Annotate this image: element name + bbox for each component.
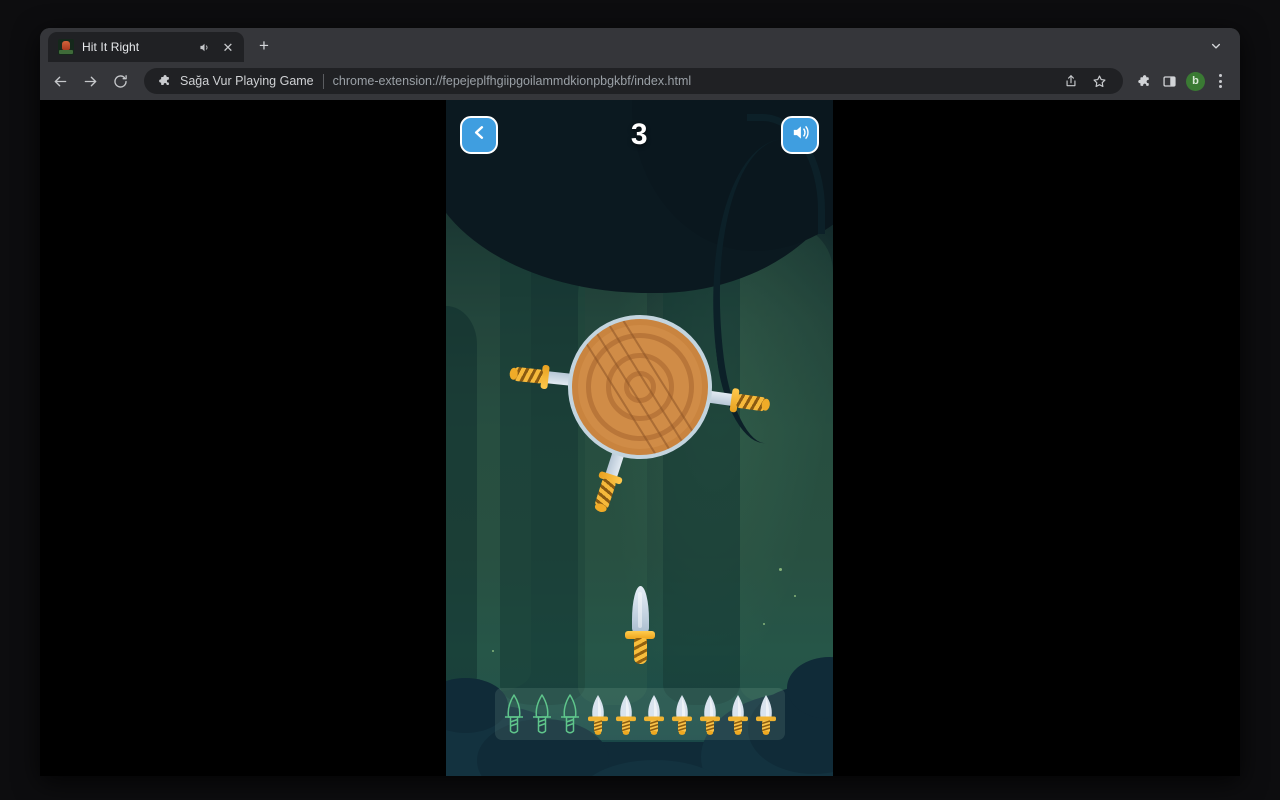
browser-toolbar: Sağa Vur Playing Game chrome-extension:/… [40, 62, 1240, 100]
browser-window: Hit It Right ✕ + Sağa Vur Playing Game c… [40, 28, 1240, 776]
speaker-on-icon [790, 122, 811, 148]
back-button[interactable] [460, 116, 498, 154]
sparkle [778, 567, 782, 571]
three-dot-menu-icon[interactable] [1210, 69, 1230, 93]
sword-blade [631, 586, 649, 634]
extensions-button[interactable] [1131, 69, 1155, 93]
inventory-slot-2-used [528, 693, 556, 735]
inventory-slot-3-used [556, 693, 584, 735]
page-viewport: 3 [40, 100, 1240, 776]
omnibox-divider [322, 73, 324, 89]
side-panel-icon[interactable] [1157, 69, 1181, 93]
reload-button[interactable] [106, 67, 134, 95]
sword-inventory-bar [494, 688, 785, 740]
omnibox-actions [1059, 69, 1111, 93]
inventory-slot-6-available [640, 693, 668, 735]
target-disc [567, 315, 712, 459]
tab-audio-icon[interactable] [196, 39, 212, 55]
sword-grip [735, 393, 766, 412]
profile-avatar[interactable]: b [1186, 71, 1205, 91]
tab-strip: Hit It Right ✕ + [40, 28, 1240, 62]
forward-nav-button[interactable] [76, 67, 104, 95]
inventory-slot-5-available [612, 693, 640, 735]
tree-trunk [446, 306, 477, 692]
chevron-down-icon[interactable] [1204, 34, 1228, 58]
game-canvas[interactable]: 3 [446, 100, 833, 776]
game-favicon [58, 39, 74, 55]
sword-grip [513, 366, 543, 384]
chevron-left-icon [470, 123, 489, 147]
tab-close-button[interactable]: ✕ [220, 39, 236, 55]
score-display: 3 [630, 118, 649, 151]
inventory-slot-9-available [724, 693, 752, 735]
browser-tab[interactable]: Hit It Right ✕ [48, 32, 244, 62]
sword-grip [633, 638, 647, 664]
puzzle-piece-icon [156, 74, 171, 89]
inventory-slot-4-available [584, 693, 612, 735]
target-wheel [508, 315, 771, 514]
omnibox-extension-name: Sağa Vur Playing Game [180, 74, 314, 88]
sound-toggle-button[interactable] [781, 116, 819, 154]
inventory-slot-7-available [668, 693, 696, 735]
tab-title: Hit It Right [82, 40, 140, 54]
star-icon[interactable] [1087, 69, 1111, 93]
address-bar[interactable]: Sağa Vur Playing Game chrome-extension:/… [144, 68, 1123, 94]
omnibox-url-text: chrome-extension://fepejeplfhgiipgoilamm… [332, 74, 692, 88]
new-tab-button[interactable]: + [250, 32, 278, 60]
inventory-slot-1-used [500, 693, 528, 735]
inventory-slot-8-available [696, 693, 724, 735]
ready-sword[interactable] [624, 586, 655, 666]
game-hud: 3 [446, 100, 833, 170]
share-icon[interactable] [1059, 69, 1083, 93]
inventory-slot-10-available [752, 693, 780, 735]
back-nav-button[interactable] [46, 67, 74, 95]
